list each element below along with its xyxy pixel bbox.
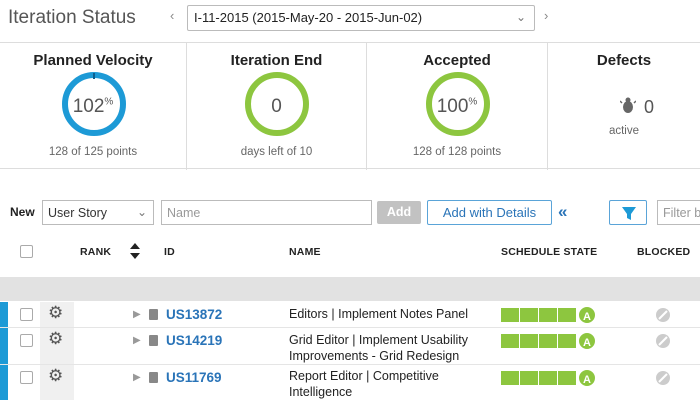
planned-velocity-title: Planned Velocity	[33, 52, 153, 69]
bug-icon	[620, 97, 636, 113]
filter-input[interactable]: Filter b	[657, 200, 700, 225]
row-checkbox[interactable]	[20, 371, 33, 384]
select-all-checkbox[interactable]	[20, 245, 33, 258]
row-accent	[0, 365, 8, 400]
state-badge: A	[577, 305, 597, 325]
defects-value: 0	[644, 97, 655, 117]
planned-velocity-value: 102%	[72, 96, 114, 117]
row-accent	[0, 302, 8, 327]
blocked-icon[interactable]	[655, 307, 671, 323]
blocked-icon[interactable]	[655, 370, 671, 386]
add-button[interactable]: Add	[377, 201, 421, 224]
column-blocked[interactable]: BLOCKED	[637, 246, 690, 258]
filter-button[interactable]	[609, 200, 647, 225]
row-checkbox[interactable]	[20, 308, 33, 321]
row-id-link[interactable]: US11769	[166, 370, 222, 385]
blocked-icon[interactable]	[655, 333, 671, 349]
expand-icon[interactable]: ▶	[133, 335, 141, 346]
table-row[interactable]: ⚙ ▶ US11769 Report Editor | Competitive …	[0, 365, 700, 400]
row-name[interactable]: Grid Editor | Implement Usability Improv…	[289, 332, 489, 364]
summary-panels: Planned Velocity 102% 128 of 125 points …	[0, 42, 700, 170]
work-item-type-value: User Story	[48, 206, 108, 220]
grid-divider	[0, 277, 700, 301]
add-with-details-button[interactable]: Add with Details	[427, 200, 552, 225]
row-accent	[0, 328, 8, 364]
collapse-button[interactable]: «	[558, 202, 567, 222]
defects-sub: active	[608, 125, 640, 137]
expand-icon[interactable]: ▶	[133, 309, 141, 320]
table-row[interactable]: ⚙ ▶ US13872 Editors | Implement Notes Pa…	[0, 302, 700, 328]
new-label: New	[10, 205, 35, 219]
row-id-link[interactable]: US14219	[166, 333, 222, 348]
next-iteration-button[interactable]: ›	[544, 8, 548, 23]
iteration-end-title: Iteration End	[230, 52, 323, 69]
grid-header: RANK ID NAME SCHEDULE STATE BLOCKED	[0, 233, 700, 271]
accepted-sub: 128 of 128 points	[412, 146, 502, 158]
planned-velocity-sub: 128 of 125 points	[48, 146, 138, 158]
expand-icon[interactable]: ▶	[133, 372, 141, 383]
column-name[interactable]: NAME	[289, 246, 321, 258]
document-icon	[149, 309, 158, 320]
column-schedule-state[interactable]: SCHEDULE STATE	[501, 246, 597, 258]
prev-iteration-button[interactable]: ‹	[170, 8, 174, 23]
chevron-down-icon: ⌄	[136, 205, 147, 219]
defects-title: Defects	[596, 52, 652, 69]
iteration-select[interactable]: I-11-2015 (2015-May-20 - 2015-Jun-02) ⌄	[187, 5, 535, 31]
accepted-title: Accepted	[423, 52, 491, 69]
state-badge: A	[577, 368, 597, 388]
name-input[interactable]: Name	[161, 200, 372, 225]
page-title: Iteration Status	[8, 7, 136, 28]
column-id[interactable]: ID	[164, 246, 175, 258]
row-id-link[interactable]: US13872	[166, 307, 222, 322]
state-badge: A	[577, 331, 597, 351]
gear-icon[interactable]: ⚙	[48, 303, 63, 323]
iteration-end-value: 0	[271, 96, 282, 117]
gear-icon[interactable]: ⚙	[48, 366, 63, 386]
sort-icon[interactable]	[129, 242, 141, 260]
accepted-panel[interactable]: Accepted 100% 128 of 128 points	[367, 43, 548, 170]
gear-icon[interactable]: ⚙	[48, 329, 63, 349]
document-icon	[149, 335, 158, 346]
column-rank[interactable]: RANK	[80, 246, 111, 258]
document-icon	[149, 372, 158, 383]
iteration-end-panel[interactable]: Iteration End 0 days left of 10	[187, 43, 367, 170]
accepted-value: 100%	[436, 96, 478, 117]
table-row[interactable]: ⚙ ▶ US14219 Grid Editor | Implement Usab…	[0, 328, 700, 365]
iteration-select-value: I-11-2015 (2015-May-20 - 2015-Jun-02)	[194, 10, 423, 25]
row-name[interactable]: Report Editor | Competitive Intelligence	[289, 368, 489, 400]
chevron-down-icon: ⌄	[515, 10, 526, 24]
filter-icon	[622, 207, 636, 220]
planned-velocity-panel[interactable]: Planned Velocity 102% 128 of 125 points	[0, 43, 187, 170]
row-checkbox[interactable]	[20, 334, 33, 347]
row-name[interactable]: Editors | Implement Notes Panel	[289, 306, 489, 322]
work-item-type-select[interactable]: User Story ⌄	[42, 200, 154, 225]
iteration-end-sub: days left of 10	[240, 146, 313, 158]
